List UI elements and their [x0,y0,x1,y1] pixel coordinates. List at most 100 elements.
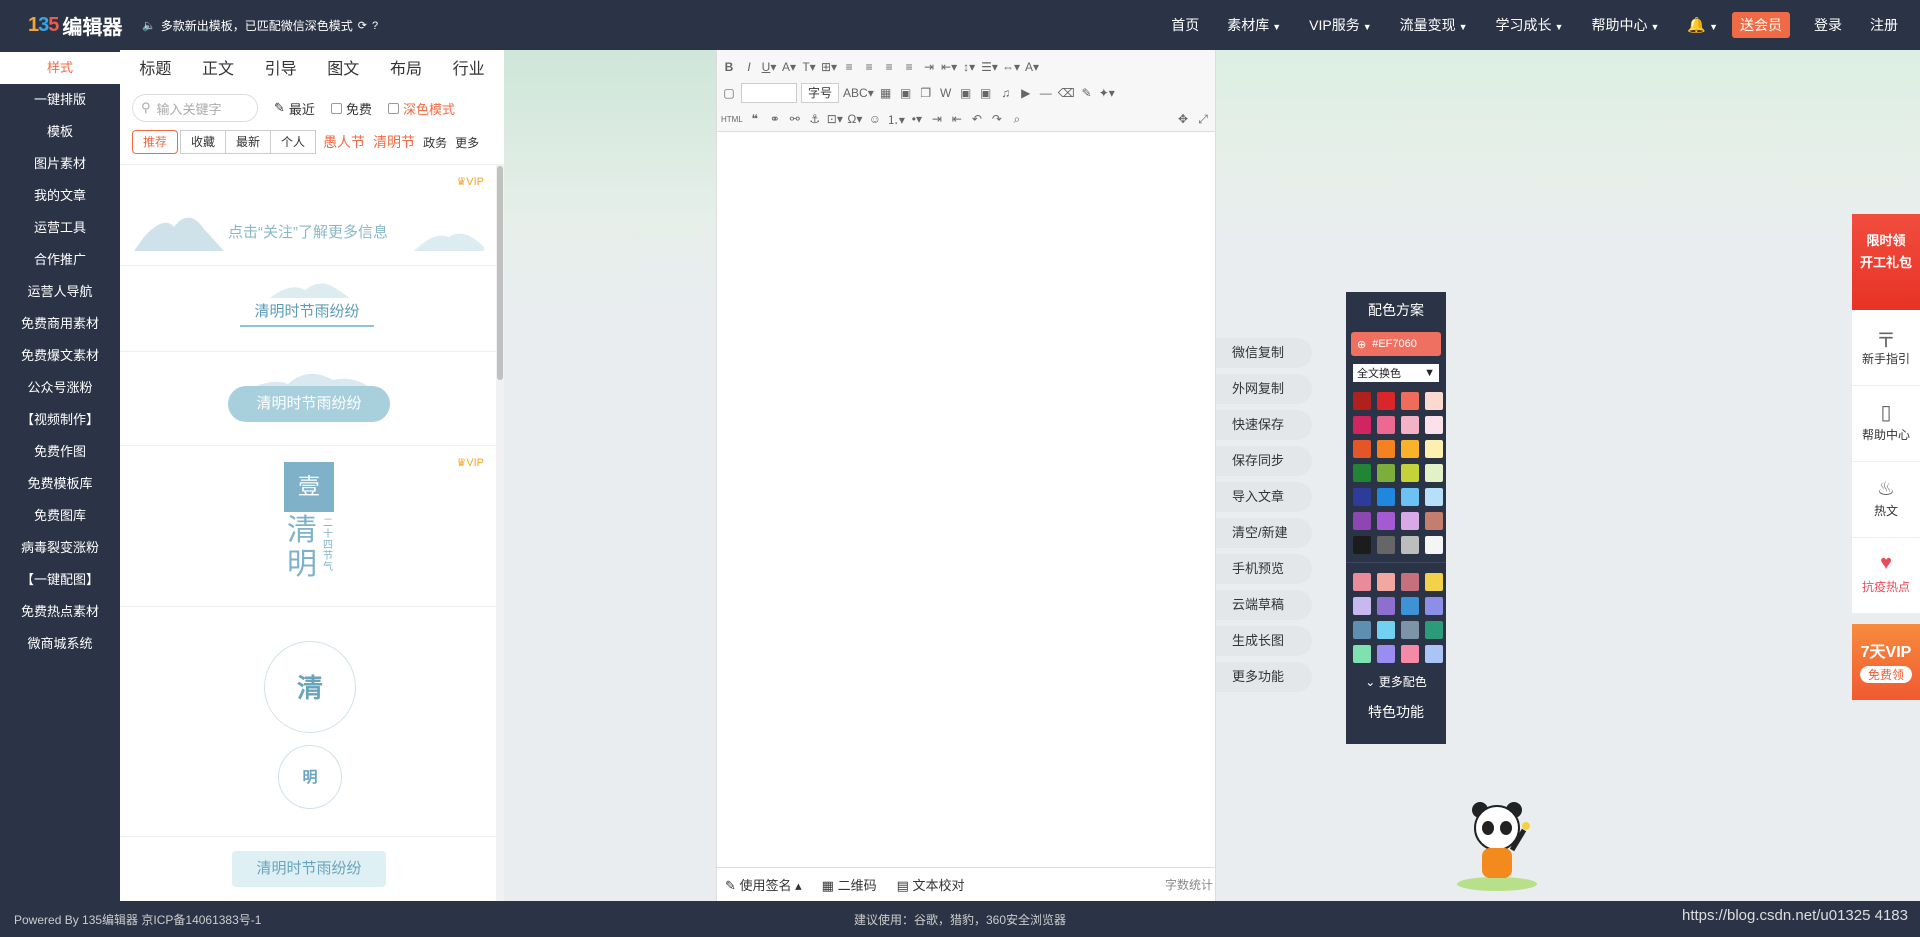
nav-traffic[interactable]: 流量变现 ▼ [1386,15,1482,35]
color-swatch[interactable] [1377,440,1395,458]
eraser-icon[interactable]: ⌫ [1058,85,1075,101]
sidebar-item[interactable]: 一键排版 [0,84,120,116]
register-link[interactable]: 注册 [1856,15,1920,35]
color-swatch[interactable] [1353,536,1371,554]
refresh-icon[interactable]: ⟳ [358,19,367,32]
picture-icon[interactable]: ▣ [958,85,974,101]
tab-layout[interactable]: 布局 [390,55,422,79]
line-height-icon[interactable]: ↕▾ [961,59,977,75]
multi-image-icon[interactable]: ❐ [918,85,934,101]
color-swatch[interactable] [1353,440,1371,458]
more-colors-button[interactable]: ⌄ 更多配色 [1346,673,1446,690]
sidebar-item[interactable]: 免费作图 [0,436,120,468]
color-swatch[interactable] [1425,416,1443,434]
recent-filter[interactable]: ✎ 最近 [274,99,315,118]
action-button[interactable]: 快速保存 [1216,410,1312,440]
nav-learning[interactable]: 学习成长 ▼ [1482,15,1578,35]
panel-scrollbar[interactable] [496,164,504,901]
color-swatch[interactable] [1401,392,1419,410]
align-right-icon[interactable]: ≡ [881,59,897,75]
underline-icon[interactable]: U ▾ [761,59,777,75]
spellcheck-icon[interactable]: ABC▾ [843,85,874,101]
tab-body[interactable]: 正文 [202,55,234,79]
format-icon[interactable]: ⊞▾ [821,59,837,75]
color-swatch[interactable] [1401,440,1419,458]
align-justify-icon[interactable]: ≡ [901,59,917,75]
nav-help[interactable]: 帮助中心 ▼ [1577,15,1673,35]
action-button[interactable]: 生成长图 [1216,626,1312,656]
color-swatch[interactable] [1353,645,1371,663]
color-swatch[interactable] [1401,488,1419,506]
insert-frame-icon[interactable]: ⊡▾ [827,111,843,127]
tag-april-fools[interactable]: 愚人节 [323,132,365,152]
color-swatch[interactable] [1353,392,1371,410]
color-swatch[interactable] [1377,416,1395,434]
add-color-icon[interactable]: ⊕ [1357,338,1366,351]
fullscreen-icon[interactable]: ⤢ [1195,111,1211,127]
move-icon[interactable]: ✥ [1175,111,1191,127]
segment-latest[interactable]: 最新 [225,130,272,154]
ltr-icon[interactable]: ⇥ [929,111,945,127]
quote-icon[interactable]: ❝ [747,111,763,127]
free-checkbox[interactable]: 免费 [330,99,372,118]
sidebar-item[interactable]: 合作推广 [0,244,120,276]
nav-home[interactable]: 首页 [1157,15,1213,35]
template-card[interactable]: ♛VIP 点击“关注”了解更多信息 [120,165,496,266]
promo-gift-banner[interactable]: 限时领 开工礼包 [1852,214,1920,310]
image-icon[interactable]: ▣ [898,85,914,101]
color-swatch[interactable] [1353,621,1371,639]
help-link[interactable]: ▯ 帮助中心 [1852,386,1920,462]
color-swatch[interactable] [1401,464,1419,482]
color-swatch[interactable] [1353,597,1371,615]
sidebar-item[interactable]: 图片素材 [0,148,120,180]
tab-industry[interactable]: 行业 [453,55,485,79]
text-bg-icon[interactable]: T▾ [801,59,817,75]
template-card[interactable]: 清明时节雨纷纷 [120,352,496,446]
dark-mode-checkbox[interactable]: 深色模式 [387,99,455,118]
sidebar-item[interactable]: 模板 [0,116,120,148]
sidebar-item[interactable]: 【视频制作】 [0,404,120,436]
color-swatch[interactable] [1353,512,1371,530]
nav-vip[interactable]: VIP服务 ▼ [1295,15,1386,35]
hot-articles-link[interactable]: ♨ 热文 [1852,462,1920,538]
color-swatch[interactable] [1425,573,1443,591]
color-swatch[interactable] [1401,512,1419,530]
color-swatch[interactable] [1425,440,1443,458]
color-swatch[interactable] [1401,597,1419,615]
color-swatch[interactable] [1401,621,1419,639]
bold-icon[interactable]: B [721,59,737,75]
align-left-icon[interactable]: ≡ [841,59,857,75]
segment-favorites[interactable]: 收藏 [180,130,227,154]
indent-icon[interactable]: ⇥ [921,59,937,75]
color-swatch[interactable] [1425,621,1443,639]
nav-materials[interactable]: 素材库 ▼ [1213,15,1295,35]
action-button[interactable]: 云端草稿 [1216,590,1312,620]
color-swatch[interactable] [1425,512,1443,530]
video-icon[interactable]: ▶ [1018,85,1034,101]
sidebar-item[interactable]: 免费图库 [0,500,120,532]
brush-icon[interactable]: ✎ [1079,85,1095,101]
tag-more[interactable]: 更多 [455,134,479,151]
tag-qingming[interactable]: 清明节 [373,132,415,152]
bell-icon[interactable]: 🔔 ▼ [1673,16,1722,34]
signature-button[interactable]: ✎ 使用签名 ▴ [725,875,802,894]
sidebar-item[interactable]: 免费热点素材 [0,596,120,628]
action-button[interactable]: 导入文章 [1216,482,1312,512]
color-swatch[interactable] [1425,645,1443,663]
search-replace-icon[interactable]: ⌕ [1009,111,1025,127]
feature-title[interactable]: 特色功能 [1346,702,1446,722]
panda-mascot[interactable] [1452,800,1542,892]
color-swatch[interactable] [1401,416,1419,434]
color-swatch[interactable] [1401,573,1419,591]
paragraph-spacing-icon[interactable]: ☰▾ [981,59,998,75]
emoji-icon[interactable]: ☺ [867,111,883,127]
font-size-adjust-icon[interactable]: A▾ [1024,59,1040,75]
color-swatch[interactable] [1353,573,1371,591]
color-swatch[interactable] [1353,488,1371,506]
sidebar-item[interactable]: 公众号涨粉 [0,372,120,404]
current-color-input[interactable]: ⊕ #EF7060 [1351,332,1441,356]
link-icon[interactable]: ⚭ [767,111,783,127]
search-input[interactable]: ⚲ 输入关键字 [132,94,258,122]
sidebar-item[interactable]: 运营工具 [0,212,120,244]
action-button[interactable]: 更多功能 [1216,662,1312,692]
